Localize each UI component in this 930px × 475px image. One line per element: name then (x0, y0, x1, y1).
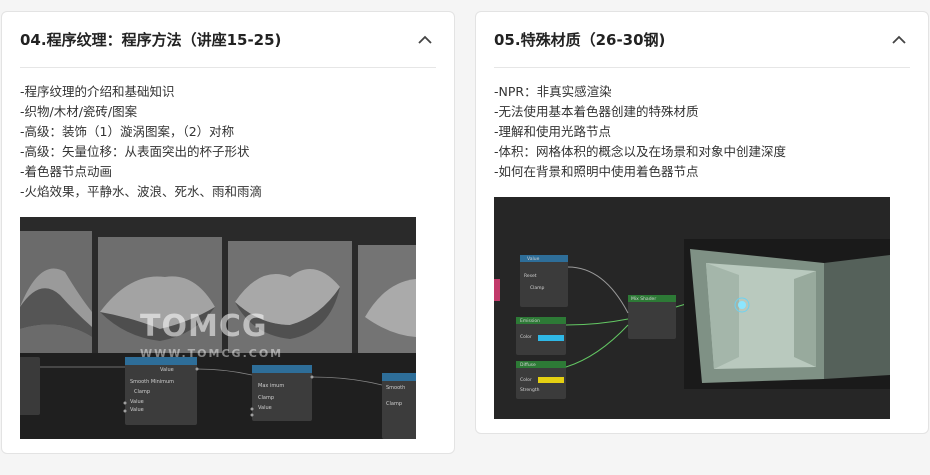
svg-text:Clamp: Clamp (386, 401, 402, 407)
list-item: -理解和使用光路节点 (494, 124, 612, 139)
section-preview-image: Value Reset Clamp Emission Color Diffuse… (494, 197, 890, 419)
list-item: -NPR：非真实感渲染 (494, 84, 612, 99)
svg-text:Smooth: Smooth (386, 385, 405, 391)
list-item: -程序纹理的介绍和基础知识 (20, 84, 175, 99)
svg-text:Clamp: Clamp (134, 389, 150, 395)
svg-text:Max imum: Max imum (258, 383, 284, 389)
svg-text:Clamp: Clamp (258, 395, 274, 401)
list-item: -体积：网格体积的概念以及在场景和对象中创建深度 (494, 144, 787, 159)
watermark-url: WWW.TOMCG.COM (140, 347, 284, 360)
svg-text:Smooth Minimum: Smooth Minimum (130, 379, 174, 385)
list-item: -高级：装饰（1）漩涡图案，（2）对称 (20, 124, 235, 139)
svg-text:Diffuse: Diffuse (520, 362, 536, 368)
svg-text:Mix Shader: Mix Shader (631, 296, 656, 302)
list-item: -如何在背景和照明中使用着色器节点 (494, 164, 699, 179)
section-title: 05.特殊材质（26-30钢) (494, 31, 666, 49)
svg-text:Value: Value (258, 405, 272, 411)
svg-text:Value: Value (130, 399, 144, 405)
section-topic-list: -程序纹理的介绍和基础知识 -织物/木材/瓷砖/图案 -高级：装饰（1）漩涡图案… (20, 82, 262, 202)
course-section-card-04: 04.程序纹理：程序方法（讲座15-25) -程序纹理的介绍和基础知识 -织物/… (1, 11, 455, 454)
svg-text:Emission: Emission (520, 318, 540, 324)
section-header[interactable]: 05.特殊材质（26-30钢) (494, 12, 910, 68)
svg-text:Clamp: Clamp (530, 285, 545, 291)
list-item: -火焰效果，平静水、波浪、死水、雨和雨滴 (20, 184, 263, 199)
svg-text:Value: Value (160, 367, 174, 373)
chevron-up-icon[interactable] (414, 29, 436, 51)
list-item: -无法使用基本着色器创建的特殊材质 (494, 104, 699, 119)
svg-text:Strength: Strength (520, 387, 540, 393)
svg-text:Reset: Reset (524, 273, 537, 279)
course-section-card-05: 05.特殊材质（26-30钢) -NPR：非真实感渲染 -无法使用基本着色器创建… (475, 11, 929, 434)
section-header[interactable]: 04.程序纹理：程序方法（讲座15-25) (20, 12, 436, 68)
chevron-up-icon[interactable] (888, 29, 910, 51)
svg-text:Color: Color (520, 377, 532, 383)
svg-text:Color: Color (520, 334, 532, 340)
svg-text:Value: Value (130, 407, 144, 413)
section-topic-list: -NPR：非真实感渲染 -无法使用基本着色器创建的特殊材质 -理解和使用光路节点… (494, 82, 786, 182)
section-preview-image: Value Smooth Minimum Clamp Value Value M… (20, 217, 416, 439)
section-title: 04.程序纹理：程序方法（讲座15-25) (20, 31, 282, 49)
list-item: -着色器节点动画 (20, 164, 113, 179)
svg-text:Value: Value (527, 256, 540, 262)
watermark-logo: TOMCG (140, 309, 268, 344)
list-item: -织物/木材/瓷砖/图案 (20, 104, 138, 119)
list-item: -高级：矢量位移：从表面突出的杯子形状 (20, 144, 250, 159)
